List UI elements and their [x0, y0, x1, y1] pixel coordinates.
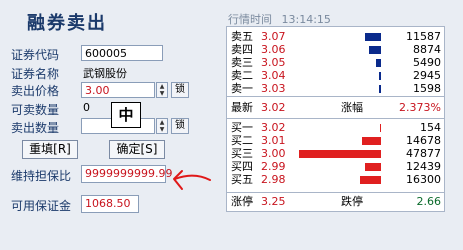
code-input[interactable]: 600005 [81, 45, 163, 61]
sell-volume-bar [379, 72, 381, 80]
buy-volume-bar [380, 124, 381, 132]
hand-drawn-arrow-icon [173, 170, 211, 190]
price-input[interactable]: 3.00 [81, 82, 155, 98]
quote-time: 13:14:15 [281, 13, 331, 26]
level-volume: 14678 [406, 134, 441, 147]
level-name: 买五 [231, 173, 253, 186]
latest-label: 最新 [231, 101, 253, 114]
buy-volume-bar [362, 137, 381, 145]
avail-label: 可卖数量 [11, 103, 60, 117]
change-label: 涨幅 [341, 101, 363, 114]
spin-up-icon[interactable]: ▲ [157, 83, 167, 90]
available-margin-label: 可用保证金 [11, 199, 72, 213]
level-price: 2.98 [261, 173, 286, 186]
level-price: 3.01 [261, 134, 286, 147]
buy-volume-bar [299, 150, 381, 158]
price-lock-button[interactable]: 锁 [171, 82, 189, 98]
level-name: 卖五 [231, 30, 253, 43]
level-name: 买二 [231, 134, 253, 147]
window-title: 融券卖出 [27, 13, 107, 34]
level-volume: 8874 [413, 43, 441, 56]
spin-down-icon[interactable]: ▼ [157, 90, 167, 97]
limit-down-value: 2.66 [416, 195, 442, 208]
price-spinner[interactable]: ▲ ▼ [156, 82, 168, 98]
latest-row: 最新 3.02 涨幅 2.373% [231, 101, 441, 114]
level-price: 3.04 [261, 69, 286, 82]
sell-volume-bar [376, 59, 381, 67]
change-value: 2.373% [399, 101, 441, 114]
code-label: 证券代码 [11, 48, 60, 62]
level-price: 2.99 [261, 160, 286, 173]
level-volume: 5490 [413, 56, 441, 69]
avail-value: 0 [83, 101, 90, 114]
buy-volume-bar [365, 163, 381, 171]
trade-window: 融券卖出 证券代码 600005 证券名称 武钢股份 卖出价格 3.00 ▲ ▼ … [0, 0, 463, 250]
limit-up-value: 3.25 [261, 195, 286, 208]
available-margin-value: 1068.50 [81, 195, 139, 213]
divider [227, 192, 444, 193]
quote-row: 买一 3.02 154 [231, 121, 441, 134]
level-volume: 12439 [406, 160, 441, 173]
quote-time-header: 行情时间 13:14:15 [228, 11, 331, 27]
quote-panel: 卖五 3.07 11587 卖四 3.06 8874 卖三 3.05 5490 卖二 3.04 294… [226, 26, 445, 212]
level-name: 卖三 [231, 56, 253, 69]
name-label: 证券名称 [11, 67, 60, 81]
level-name: 买四 [231, 160, 253, 173]
quote-row: 买二 3.01 14678 [231, 134, 441, 147]
sell-volume-bar [379, 85, 381, 93]
latest-price: 3.02 [261, 101, 286, 114]
level-volume: 2945 [413, 69, 441, 82]
quote-row: 卖四 3.06 8874 [231, 43, 441, 56]
level-price: 3.05 [261, 56, 286, 69]
quote-row: 卖五 3.07 11587 [231, 30, 441, 43]
level-name: 卖四 [231, 43, 253, 56]
level-name: 卖二 [231, 69, 253, 82]
level-price: 3.00 [261, 147, 286, 160]
confirm-button[interactable]: 确定[S] [109, 140, 165, 159]
level-price: 3.02 [261, 121, 286, 134]
name-value: 武钢股份 [83, 67, 127, 80]
level-name: 卖一 [231, 82, 253, 95]
spin-down-icon[interactable]: ▼ [157, 126, 167, 133]
reset-button[interactable]: 重填[R] [22, 140, 78, 159]
ime-indicator: 中 [111, 102, 141, 128]
divider [227, 118, 444, 119]
level-price: 3.07 [261, 30, 286, 43]
quote-row: 卖二 3.04 2945 [231, 69, 441, 82]
qty-lock-button[interactable]: 锁 [171, 118, 189, 134]
quote-time-label: 行情时间 [228, 13, 272, 26]
level-name: 买一 [231, 121, 253, 134]
limit-row: 涨停 3.25 跌停 2.66 [231, 195, 441, 208]
quote-row: 卖三 3.05 5490 [231, 56, 441, 69]
buy-volume-bar [360, 176, 381, 184]
level-price: 3.03 [261, 82, 286, 95]
quote-row: 买四 2.99 12439 [231, 160, 441, 173]
level-volume: 16300 [406, 173, 441, 186]
divider [227, 96, 444, 97]
level-volume: 154 [420, 121, 441, 134]
margin-ratio-label: 维持担保比 [11, 169, 72, 183]
quote-row: 卖一 3.03 1598 [231, 82, 441, 95]
limit-down-label: 跌停 [341, 195, 363, 208]
qty-label: 卖出数量 [11, 121, 60, 135]
level-price: 3.06 [261, 43, 286, 56]
price-label: 卖出价格 [11, 84, 60, 98]
level-volume: 11587 [406, 30, 441, 43]
margin-ratio-value: 9999999999.99 [81, 165, 172, 183]
spin-up-icon[interactable]: ▲ [157, 119, 167, 126]
qty-spinner[interactable]: ▲ ▼ [156, 118, 168, 134]
sell-volume-bar [369, 46, 381, 54]
sell-volume-bar [365, 33, 381, 41]
level-volume: 47877 [406, 147, 441, 160]
limit-up-label: 涨停 [231, 195, 253, 208]
level-name: 买三 [231, 147, 253, 160]
quote-row: 买三 3.00 47877 [231, 147, 441, 160]
quote-row: 买五 2.98 16300 [231, 173, 441, 186]
level-volume: 1598 [413, 82, 441, 95]
